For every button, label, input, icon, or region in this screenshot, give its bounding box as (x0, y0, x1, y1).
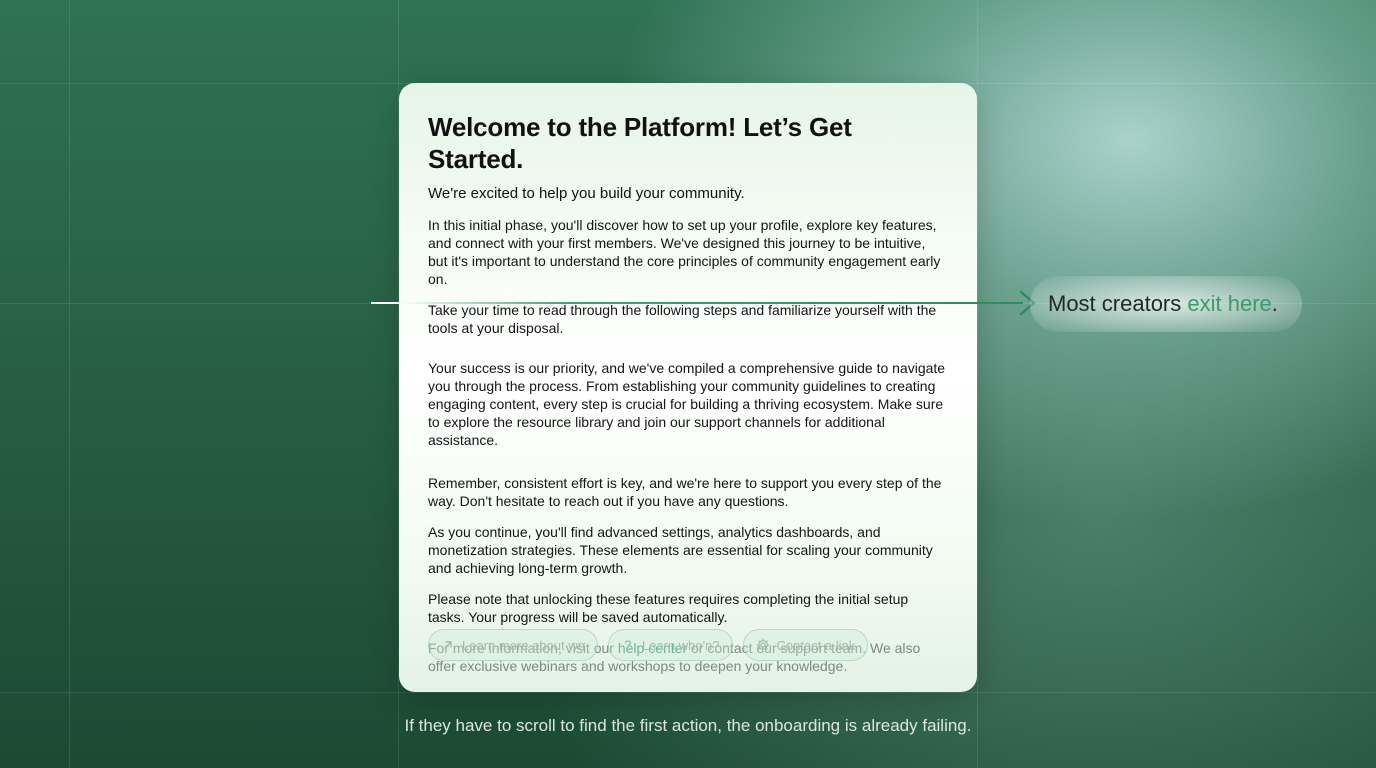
contact-link-button[interactable]: Contact a link (742, 629, 869, 661)
grid-line (69, 0, 70, 768)
question-mark-icon (624, 640, 632, 651)
onboarding-card[interactable]: Welcome to the Platform! Let’s Get Start… (399, 83, 977, 692)
callout-arrow-line (371, 302, 1023, 304)
setup-paragraph: Please note that unlocking these feature… (428, 591, 909, 625)
action-label: Learn more about wn (462, 637, 585, 653)
arrow-up-right-icon (444, 641, 452, 649)
card-title: Welcome to the Platform! Let’s Get Start… (428, 112, 852, 174)
callout-suffix: . (1271, 291, 1278, 316)
action-buttons: Learn more about wn Learn who'n? Contact… (428, 629, 869, 661)
card-subtitle: We're excited to help you build your com… (428, 185, 745, 202)
intro-paragraph: In this initial phase, you'll discover h… (428, 217, 941, 287)
grid-line (0, 692, 1376, 693)
callout-text: Most creators exit here. (1048, 290, 1278, 318)
gear-icon (756, 638, 769, 652)
learn-who-button[interactable]: Learn who'n? (607, 629, 733, 661)
callout-highlight: exit here (1187, 291, 1272, 316)
support-paragraph: Remember, consistent effort is key, and … (428, 475, 942, 509)
action-label: Contact a link (776, 637, 856, 653)
advanced-paragraph: As you continue, you'll find advanced se… (428, 524, 933, 576)
action-label: Learn who'n? (641, 637, 720, 653)
callout-prefix: Most creators (1048, 291, 1188, 316)
grid-line (977, 0, 978, 768)
caption-text: If they have to scroll to find the first… (404, 716, 972, 735)
learn-more-button[interactable]: Learn more about wn (428, 629, 598, 661)
steps-paragraph: Take your time to read through the follo… (428, 302, 937, 336)
guide-paragraph: Your success is our priority, and we've … (428, 360, 946, 448)
